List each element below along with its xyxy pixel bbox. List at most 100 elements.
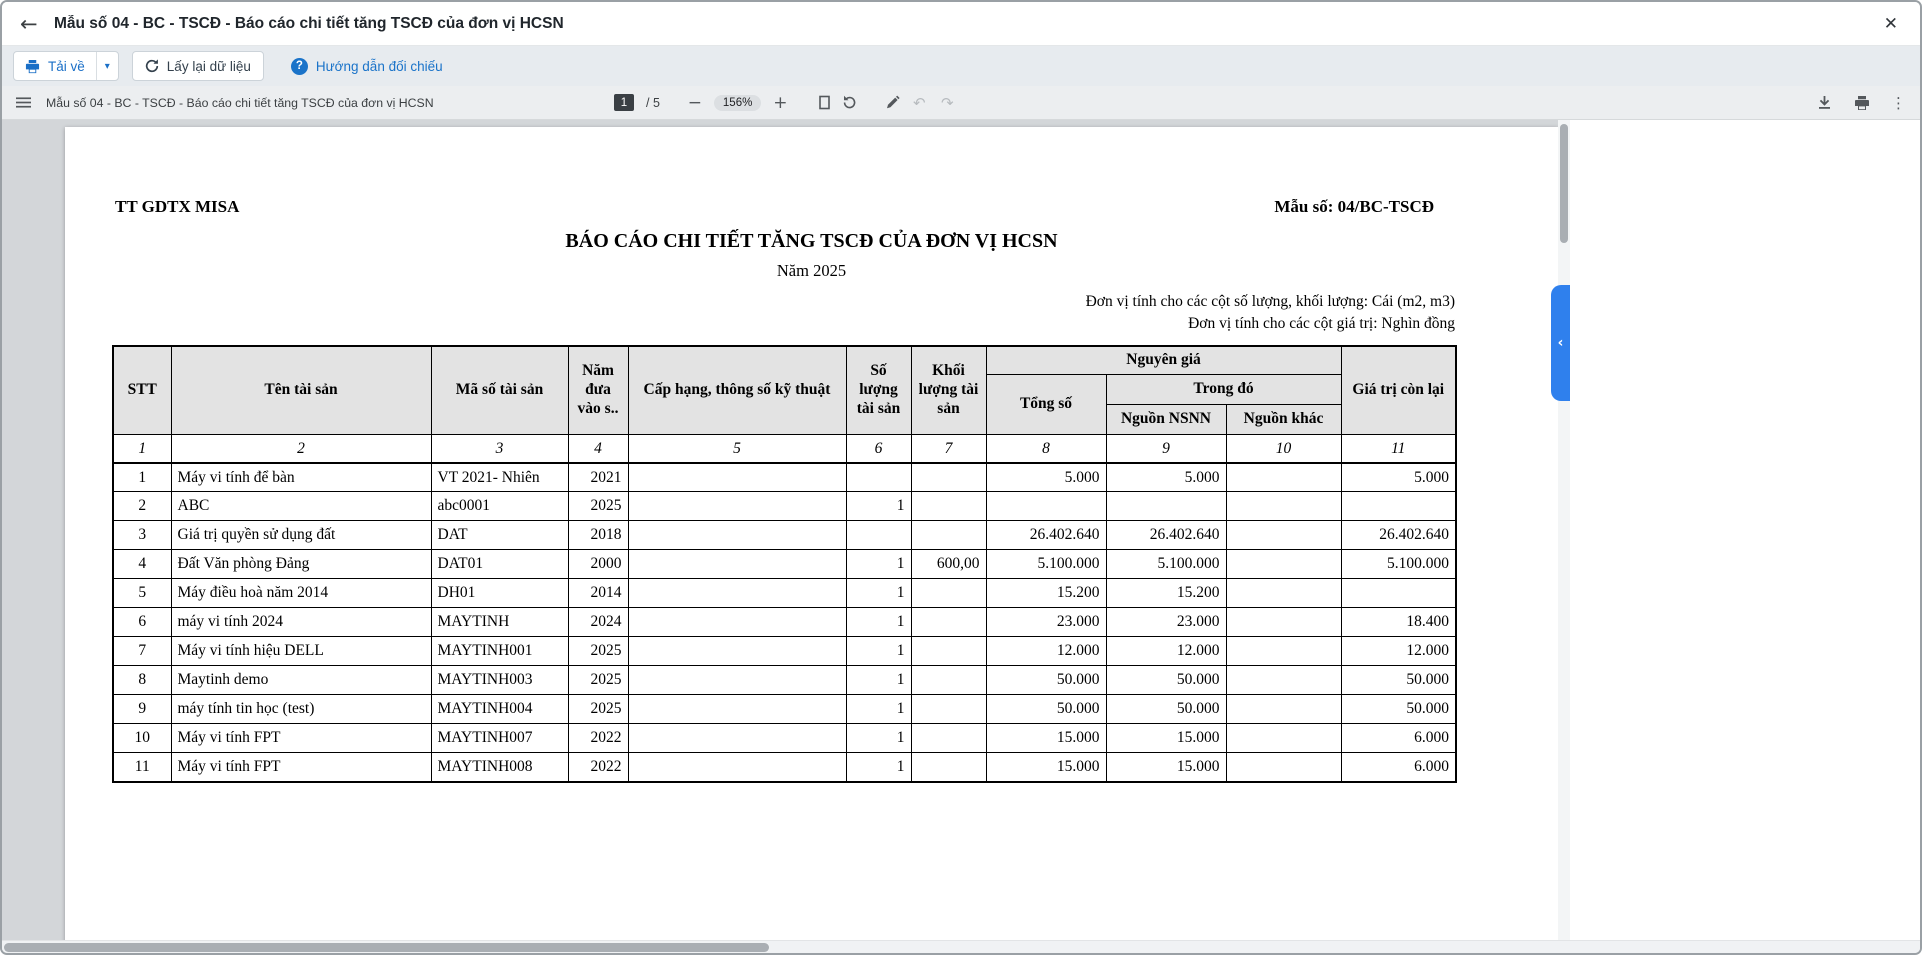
table-cell: 23.000	[986, 608, 1106, 637]
table-cell: 1	[846, 492, 911, 521]
header-nguon-nsnn: Nguồn NSNN	[1106, 405, 1226, 435]
zoom-out-button[interactable]: −	[686, 93, 704, 113]
table-cell	[628, 608, 846, 637]
table-cell	[1226, 666, 1341, 695]
document-page: TT GDTX MISA Mẫu số: 04/BC-TSCĐ BÁO CÁO …	[65, 127, 1558, 940]
table-cell: 50.000	[986, 666, 1106, 695]
table-cell: 4	[113, 550, 171, 579]
table-cell	[628, 579, 846, 608]
download-icon[interactable]	[1816, 94, 1833, 111]
table-cell: 6.000	[1341, 753, 1456, 782]
table-cell: 2025	[568, 666, 628, 695]
print-icon[interactable]	[1854, 95, 1870, 111]
download-button-label: Tải về	[48, 59, 85, 74]
table-cell	[1226, 463, 1341, 492]
table-cell: 2021	[568, 463, 628, 492]
table-cell: MAYTINH	[431, 608, 568, 637]
table-cell: 2	[113, 492, 171, 521]
header-trong-do: Trong đó	[1106, 375, 1341, 405]
table-cell: 1	[846, 637, 911, 666]
zoom-level-badge: 156%	[714, 95, 761, 111]
table-cell	[911, 521, 986, 550]
horizontal-scrollbar-thumb[interactable]	[4, 943, 769, 952]
table-cell: MAYTINH003	[431, 666, 568, 695]
table-cell: 1	[113, 463, 171, 492]
table-cell: 12.000	[986, 637, 1106, 666]
table-cell: 15.200	[986, 579, 1106, 608]
undo-icon[interactable]: ↶	[910, 94, 928, 112]
table-cell	[986, 492, 1106, 521]
report-year: Năm 2025	[65, 261, 1558, 281]
header-so-luong: Số lượng tài sản	[846, 346, 911, 435]
table-cell	[911, 608, 986, 637]
table-cell	[1341, 492, 1456, 521]
table-cell: MAYTINH004	[431, 695, 568, 724]
table-cell: Máy điều hoà năm 2014	[171, 579, 431, 608]
asset-table: STT Tên tài sản Mã số tài sản Năm đưa và…	[112, 345, 1457, 783]
table-row: 11Máy vi tính FPTMAYTINH0082022115.00015…	[113, 753, 1456, 782]
column-number-row: 1234567891011	[113, 435, 1456, 463]
report-title: BÁO CÁO CHI TIẾT TĂNG TSCĐ CỦA ĐƠN VỊ HC…	[65, 230, 1558, 253]
download-split-button[interactable]: Tải về ▾	[13, 51, 119, 81]
table-cell	[628, 550, 846, 579]
table-cell: 5.100.000	[1106, 550, 1226, 579]
close-icon[interactable]: ✕	[1878, 10, 1904, 38]
table-row: 7Máy vi tính hiệu DELLMAYTINH0012025112.…	[113, 637, 1456, 666]
back-arrow-icon[interactable]: ←	[20, 12, 46, 36]
table-cell: 2025	[568, 695, 628, 724]
refresh-icon	[145, 59, 159, 73]
unit-note-quantity: Đơn vị tính cho các cột số lượng, khối l…	[65, 291, 1455, 313]
header-stt: STT	[113, 346, 171, 435]
table-cell: Máy vi tính hiệu DELL	[171, 637, 431, 666]
table-cell: 2000	[568, 550, 628, 579]
zoom-in-button[interactable]: +	[771, 93, 789, 113]
panel-toggle-tab[interactable]: ‹	[1551, 285, 1570, 401]
header-nam: Năm đưa vào s..	[568, 346, 628, 435]
table-cell: 5.000	[1106, 463, 1226, 492]
table-cell	[911, 463, 986, 492]
table-cell: 50.000	[1341, 695, 1456, 724]
chevron-down-icon[interactable]: ▾	[97, 61, 118, 72]
horizontal-scrollbar[interactable]	[2, 940, 1920, 953]
table-row: 4Đất Văn phòng ĐảngDAT0120001600,005.100…	[113, 550, 1456, 579]
menu-icon[interactable]	[16, 95, 31, 110]
table-cell	[628, 521, 846, 550]
table-cell	[1106, 492, 1226, 521]
table-cell: MAYTINH007	[431, 724, 568, 753]
table-cell	[1341, 579, 1456, 608]
table-cell: 50.000	[1106, 666, 1226, 695]
table-cell	[1226, 521, 1341, 550]
table-cell: 18.400	[1341, 608, 1456, 637]
report-window: ← Mẫu số 04 - BC - TSCĐ - Báo cáo chi ti…	[0, 0, 1922, 955]
table-cell	[1226, 550, 1341, 579]
table-cell: 1	[846, 695, 911, 724]
table-cell	[1226, 492, 1341, 521]
table-cell	[1226, 695, 1341, 724]
table-cell	[911, 637, 986, 666]
table-cell	[628, 463, 846, 492]
table-cell: 15.000	[986, 724, 1106, 753]
column-number: 2	[171, 435, 431, 463]
table-cell: 6	[113, 608, 171, 637]
rotate-icon[interactable]	[842, 95, 857, 110]
vertical-scrollbar[interactable]	[1558, 120, 1570, 940]
more-options-icon[interactable]: ⋮	[1891, 94, 1906, 112]
table-row: 9máy tính tin học (test)MAYTINH004202515…	[113, 695, 1456, 724]
column-number: 5	[628, 435, 846, 463]
table-cell: 15.000	[1106, 724, 1226, 753]
page-number-input[interactable]: 1	[614, 94, 634, 111]
table-cell: 1	[846, 608, 911, 637]
action-bar: Tải về ▾ Lấy lại dữ liệu ? Hướng dẫn đối…	[2, 46, 1920, 86]
table-cell: 3	[113, 521, 171, 550]
table-row: 6máy vi tính 2024MAYTINH2024123.00023.00…	[113, 608, 1456, 637]
table-cell: DH01	[431, 579, 568, 608]
table-cell: 9	[113, 695, 171, 724]
table-cell	[628, 666, 846, 695]
fit-page-icon[interactable]	[817, 95, 832, 110]
comparison-guide-link[interactable]: ? Hướng dẫn đối chiếu	[291, 58, 443, 75]
vertical-scrollbar-thumb[interactable]	[1560, 124, 1568, 243]
redo-icon[interactable]: ↷	[938, 94, 956, 112]
table-row: 3Giá trị quyền sử dụng đấtDAT201826.402.…	[113, 521, 1456, 550]
annotate-icon[interactable]	[885, 95, 900, 110]
refresh-data-button[interactable]: Lấy lại dữ liệu	[132, 51, 264, 81]
